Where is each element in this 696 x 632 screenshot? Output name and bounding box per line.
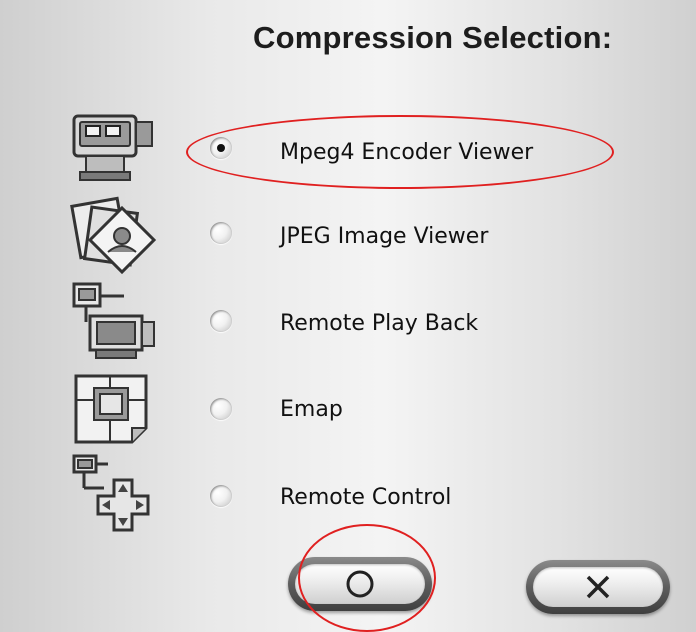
cancel-button[interactable] bbox=[526, 560, 670, 614]
option-label-remote-play-back[interactable]: Remote Play Back bbox=[280, 311, 478, 336]
video-camera-icon bbox=[66, 110, 162, 192]
option-label-jpeg[interactable]: JPEG Image Viewer bbox=[280, 224, 488, 249]
radio-jpeg-image-viewer[interactable] bbox=[210, 222, 232, 244]
ok-button[interactable] bbox=[288, 557, 432, 611]
ok-button-face bbox=[295, 564, 425, 604]
option-label-mpeg4[interactable]: Mpeg4 Encoder Viewer bbox=[280, 140, 533, 165]
option-label-remote-control[interactable]: Remote Control bbox=[280, 485, 451, 510]
image-stack-icon bbox=[66, 196, 162, 278]
radio-mpeg4-encoder-viewer[interactable] bbox=[210, 137, 232, 159]
radio-remote-control[interactable] bbox=[210, 485, 232, 507]
radio-emap[interactable] bbox=[210, 398, 232, 420]
remote-control-dpad-icon bbox=[66, 452, 162, 534]
x-icon bbox=[586, 575, 610, 599]
option-label-emap[interactable]: Emap bbox=[280, 397, 343, 422]
cancel-button-face bbox=[533, 567, 663, 607]
floor-map-icon bbox=[66, 370, 162, 452]
radio-remote-play-back[interactable] bbox=[210, 310, 232, 332]
remote-computer-icon bbox=[66, 282, 162, 364]
compression-selection-dialog: Compression Selection: Mpeg4 Encoder Vie… bbox=[0, 0, 696, 632]
circle-o-icon bbox=[346, 570, 374, 598]
dialog-title: Compression Selection: bbox=[253, 20, 613, 55]
